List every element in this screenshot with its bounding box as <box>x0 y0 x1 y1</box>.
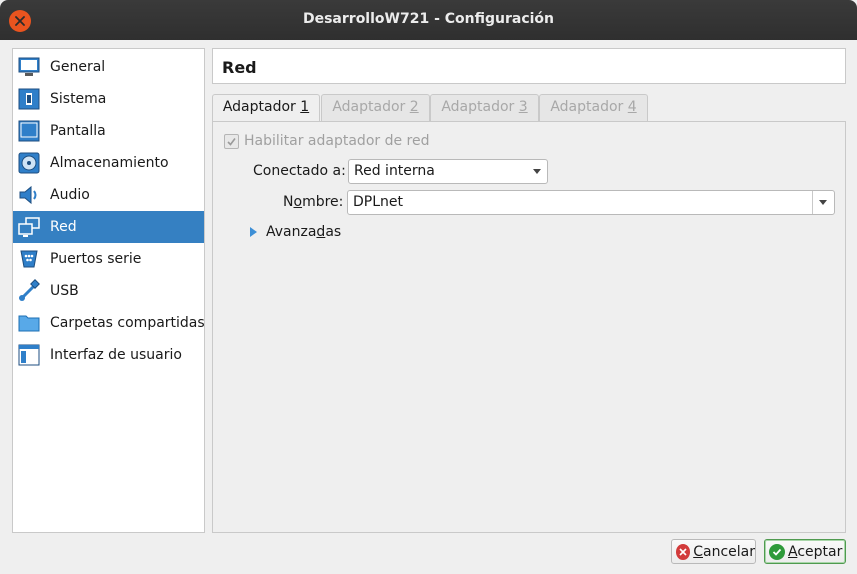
tab-label: Adaptador <box>550 99 628 115</box>
tab-label: Adaptador <box>441 99 519 115</box>
tab-label: Adaptador <box>332 99 410 115</box>
network-icon <box>18 217 40 237</box>
connected-to-select[interactable]: Red interna <box>348 159 548 184</box>
sidebar-item-label: General <box>50 59 106 75</box>
sidebar-item-almacenamiento[interactable]: Almacenamiento <box>13 147 204 179</box>
enable-adapter-checkbox[interactable]: Habilitar adaptador de red <box>224 133 430 149</box>
name-dropdown-button[interactable] <box>812 191 834 214</box>
speaker-icon <box>19 185 37 205</box>
sidebar-item-carpetas-compartidas[interactable]: Carpetas compartidas <box>13 307 205 339</box>
sidebar-item-label: USB <box>50 283 79 299</box>
sidebar-item-usb[interactable]: USB <box>13 275 204 307</box>
label-mnemonic: C <box>693 543 703 560</box>
chevron-down-icon <box>533 169 541 174</box>
sidebar-item-red[interactable]: Red <box>13 211 204 243</box>
name-combobox[interactable]: DPLnet <box>347 190 835 215</box>
connected-to-value: Red interna <box>354 163 435 179</box>
serial-port-icon <box>20 250 38 268</box>
sidebar-item-label: Carpetas compartidas <box>50 315 205 331</box>
sidebar-item-pantalla[interactable]: Pantalla <box>13 115 204 147</box>
tab-adaptador-4[interactable]: Adaptador 4 <box>539 94 648 121</box>
label-text: ceptar <box>797 543 843 560</box>
checkbox-box[interactable] <box>224 133 239 149</box>
section-header: Red <box>212 48 846 84</box>
accept-button[interactable]: Aceptar <box>764 539 846 564</box>
sidebar-item-interfaz-de-usuario[interactable]: Interfaz de usuario <box>13 339 204 371</box>
advanced-label: Avanzadas <box>266 224 341 240</box>
name-value[interactable]: DPLnet <box>353 194 403 210</box>
title-bar[interactable]: DesarrolloW721 - Configuración <box>0 0 857 40</box>
settings-sidebar: General Sistema Pantalla Almacenamiento … <box>12 48 205 533</box>
settings-dialog: DesarrolloW721 - Configuración General S… <box>0 0 857 574</box>
connected-to-label: Conectado a: <box>253 163 346 179</box>
expand-arrow-icon <box>250 227 257 237</box>
tab-adaptador-2[interactable]: Adaptador 2 <box>321 94 430 121</box>
section-title: Red <box>222 58 257 77</box>
chip-icon <box>18 88 40 110</box>
label-text: Avanza <box>266 224 317 240</box>
sidebar-item-label: Audio <box>50 187 90 203</box>
folder-icon <box>18 315 40 332</box>
cancel-label: Cancelar <box>693 544 755 560</box>
label-text: N <box>283 194 294 210</box>
sidebar-item-label: Interfaz de usuario <box>50 347 182 363</box>
sidebar-item-label: Pantalla <box>50 123 106 139</box>
tab-adaptador-3[interactable]: Adaptador 3 <box>430 94 539 121</box>
tab-adaptador-1[interactable]: Adaptador 1 <box>212 94 320 122</box>
sidebar-item-sistema[interactable]: Sistema <box>13 83 204 115</box>
label-mnemonic: d <box>316 224 326 240</box>
tab-mnemonic: 2 <box>409 99 419 115</box>
sidebar-item-label: Puertos serie <box>50 251 142 267</box>
label-text: as <box>325 224 342 240</box>
label-mnemonic: A <box>788 543 798 560</box>
sidebar-item-puertos-serie[interactable]: Puertos serie <box>13 243 204 275</box>
accept-label: Aceptar <box>788 544 842 560</box>
accept-check-icon <box>769 543 785 560</box>
enable-adapter-label: Habilitar adaptador de red <box>244 133 430 149</box>
advanced-expander[interactable]: Avanzadas <box>250 224 341 240</box>
label-colon: : <box>341 163 346 179</box>
label-mnemonic: o <box>293 194 303 210</box>
sidebar-item-audio[interactable]: Audio <box>13 179 204 211</box>
tab-mnemonic: 3 <box>518 99 528 115</box>
tab-mnemonic: 1 <box>300 99 310 115</box>
chevron-down-icon <box>819 200 827 205</box>
label-text: ancelar <box>703 543 755 560</box>
tab-mnemonic: 4 <box>627 99 637 115</box>
tab-label: Adaptador <box>222 99 301 115</box>
label-text: mbre: <box>302 194 344 210</box>
cancel-icon <box>676 543 691 560</box>
usb-icon <box>19 279 40 301</box>
sidebar-item-label: Red <box>50 219 77 235</box>
sidebar-item-label: Sistema <box>50 91 107 107</box>
display-icon <box>18 120 40 142</box>
window-ui-icon <box>18 344 40 366</box>
checkmark-icon <box>227 137 236 146</box>
monitor-icon <box>18 57 40 76</box>
sidebar-item-label: Almacenamiento <box>50 155 169 171</box>
name-label: Nombre: <box>283 194 343 210</box>
cancel-button[interactable]: Cancelar <box>671 539 756 564</box>
window-title: DesarrolloW721 - Configuración <box>302 11 555 27</box>
label-text: Conectado a <box>253 163 342 179</box>
sidebar-item-general[interactable]: General <box>13 51 204 83</box>
storage-disk-icon <box>18 152 40 174</box>
